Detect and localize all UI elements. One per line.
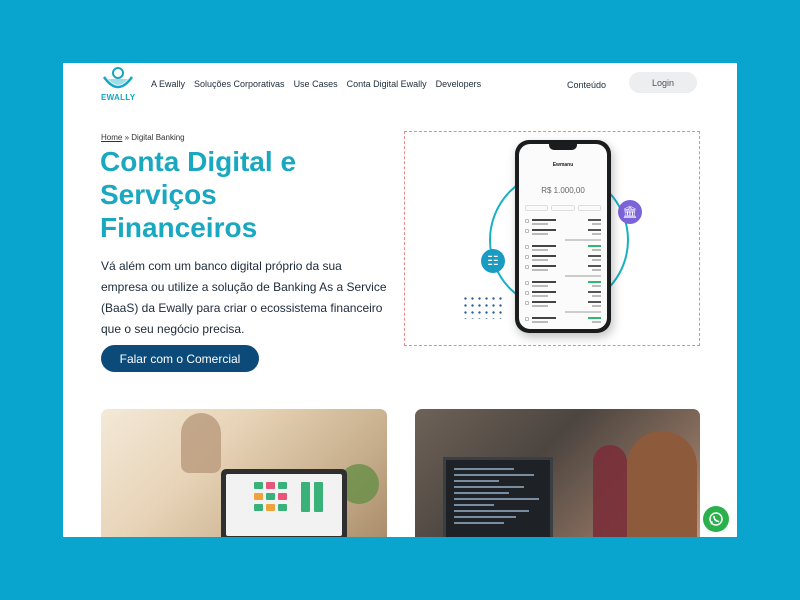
developers-coding-photo [415,409,700,537]
phone-notch [549,144,577,150]
phone-date-separator [565,239,601,241]
hero-description: Vá além com um banco digital próprio da … [101,259,387,336]
phone-filter [551,205,575,211]
phone-filter [577,205,601,211]
nav-item-a-ewally[interactable]: A Ewally [151,79,185,89]
breadcrumb-separator: » [124,133,130,142]
page-title: Conta Digital e Serviços Financeiros [100,146,297,243]
bank-icon: 🏛 [618,200,642,224]
phone-transaction-row [525,264,601,273]
phone-transaction-row [525,244,601,253]
office-tablet-photo [101,409,387,537]
whatsapp-glyph-icon [709,512,723,526]
logo-text: EWALLY [101,93,136,102]
phone-screen: Ewmanu R$ 1.000,00 [519,144,607,329]
main-nav: A Ewally Soluções Corporativas Use Cases… [151,79,481,89]
breadcrumb-current: Digital Banking [131,133,185,142]
phone-transaction-row [525,300,601,309]
phone-filter [525,205,549,211]
laptop-figure [221,469,347,537]
monitor-figure [443,457,553,537]
phone-transaction-row [525,218,601,227]
dot-pattern [462,295,506,319]
whatsapp-icon[interactable] [703,506,729,532]
money-icon: ☷ [481,249,505,273]
phone-transaction-row [525,228,601,237]
phone-mockup: Ewmanu R$ 1.000,00 [515,140,611,333]
nav-item-solucoes[interactable]: Soluções Corporativas [194,79,285,89]
breadcrumb: Home » Digital Banking [101,133,185,142]
phone-transaction-row [525,280,601,289]
nav-item-conteudo[interactable]: Conteúdo [567,80,606,90]
nav-item-use-cases[interactable]: Use Cases [294,79,338,89]
phone-app-title: Ewmanu [552,162,574,168]
nav-item-conta-digital[interactable]: Conta Digital Ewally [347,79,427,89]
person-figure [181,413,221,473]
phone-filters [525,204,601,212]
breadcrumb-home-link[interactable]: Home [101,133,122,142]
page: EWALLY A Ewally Soluções Corporativas Us… [63,63,737,537]
phone-transaction-row [525,316,601,325]
talk-to-sales-button[interactable]: Falar com o Comercial [101,345,259,372]
phone-date-separator [565,311,601,313]
login-button[interactable]: Login [629,72,697,93]
phone-date-separator [565,275,601,277]
person-figure [593,445,627,537]
phone-transaction-row [525,290,601,299]
hero-illustration: ☷ 🏛 Ewmanu R$ 1.000,00 [404,131,700,346]
phone-transaction-row [525,254,601,263]
person-figure [627,431,697,537]
phone-balance: R$ 1.000,00 [541,186,585,195]
nav-item-developers[interactable]: Developers [436,79,482,89]
